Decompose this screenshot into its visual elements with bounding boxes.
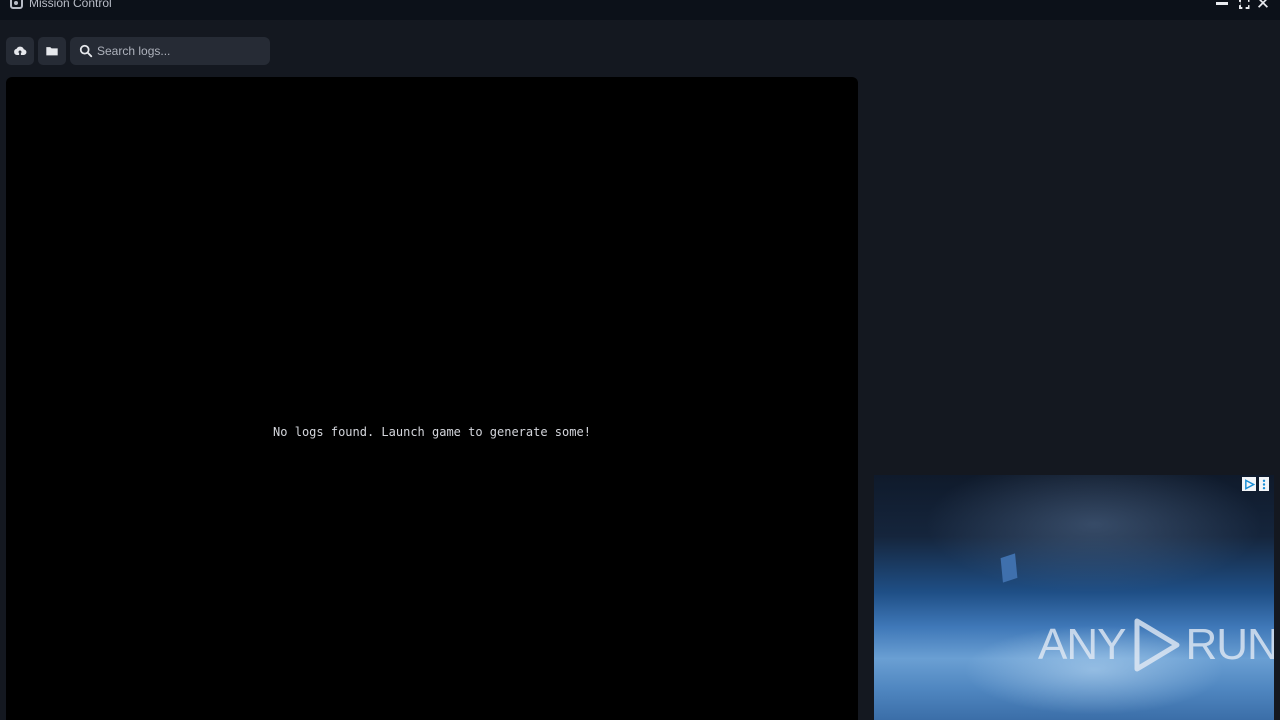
search-icon (79, 44, 93, 58)
ad-choices-icon[interactable] (1242, 477, 1256, 491)
log-viewer[interactable]: No logs found. Launch game to generate s… (6, 77, 858, 720)
empty-logs-message: No logs found. Launch game to generate s… (273, 425, 591, 439)
play-logo-icon (1134, 618, 1180, 672)
advertisement[interactable]: ANY RUN (874, 475, 1274, 720)
title-bar: Mission Control ✕ (0, 0, 1280, 20)
search-input[interactable] (97, 37, 265, 65)
anyrun-watermark: ANY RUN (1038, 615, 1274, 675)
window-title: Mission Control (29, 0, 112, 10)
play-triangle-icon (1244, 478, 1255, 490)
app-logo-icon (10, 0, 23, 9)
toolbar (0, 20, 1280, 77)
watermark-left-text: ANY (1038, 620, 1126, 669)
upload-logs-button[interactable] (6, 37, 34, 65)
folder-icon (46, 47, 58, 56)
open-folder-button[interactable] (38, 37, 66, 65)
upload-cloud-icon (14, 46, 27, 56)
maximize-icon[interactable] (1236, 0, 1252, 12)
minimize-icon[interactable] (1214, 0, 1230, 12)
ad-options-icon[interactable] (1259, 477, 1269, 491)
ad-image-shard (1000, 553, 1018, 583)
watermark-right-text: RUN (1185, 620, 1274, 669)
close-icon[interactable]: ✕ (1255, 0, 1271, 12)
search-box[interactable] (70, 37, 270, 65)
more-vertical-icon (1262, 479, 1266, 489)
